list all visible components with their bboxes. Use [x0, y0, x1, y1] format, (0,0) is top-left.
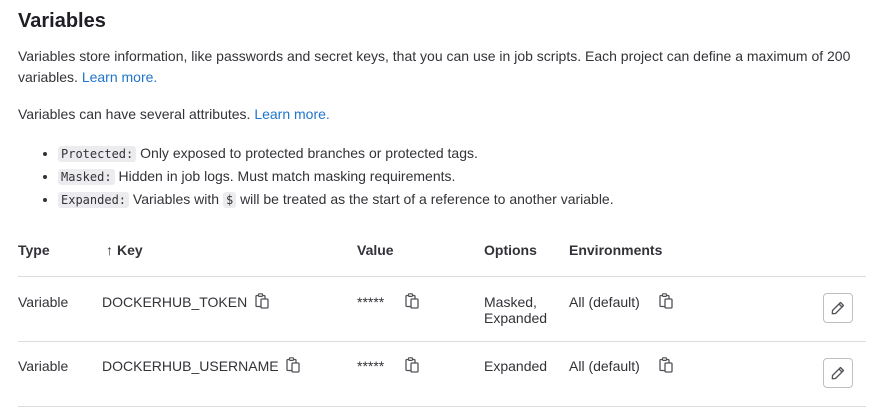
- column-header-value: Value: [357, 242, 394, 258]
- cell-options: Masked, Expanded: [484, 294, 547, 326]
- column-header-key[interactable]: ↑ Key: [106, 242, 143, 258]
- attribute-expanded: Expanded: Variables with $ will be treat…: [58, 188, 614, 211]
- cell-environment: All (default): [569, 358, 640, 374]
- edit-variable-button[interactable]: [823, 358, 853, 388]
- dollar-code: $: [222, 192, 237, 208]
- variables-title: Variables: [18, 10, 106, 32]
- attributes-intro: Variables can have several attributes. L…: [18, 104, 330, 125]
- cell-value-masked: *****: [357, 358, 385, 374]
- copy-key-icon[interactable]: [255, 293, 269, 309]
- option-masked: Masked,: [484, 294, 537, 310]
- attribute-text: Only exposed to protected branches or pr…: [140, 145, 478, 161]
- copy-environment-icon[interactable]: [659, 293, 673, 309]
- table-divider: [18, 406, 866, 407]
- attributes-intro-text: Variables can have several attributes.: [18, 106, 251, 122]
- attribute-masked: Masked: Hidden in job logs. Must match m…: [58, 165, 614, 188]
- attributes-list: Protected: Only exposed to protected bra…: [18, 142, 614, 211]
- attribute-code: Expanded:: [58, 192, 130, 208]
- table-divider: [18, 276, 866, 277]
- attributes-learn-more-link[interactable]: Learn more.: [254, 106, 329, 122]
- attribute-text: Hidden in job logs. Must match masking r…: [118, 168, 456, 184]
- copy-value-icon[interactable]: [405, 293, 419, 309]
- option-expanded: Expanded: [484, 310, 548, 326]
- edit-variable-button[interactable]: [823, 293, 853, 323]
- cell-type: Variable: [18, 358, 69, 374]
- column-header-key-label: Key: [117, 242, 143, 258]
- copy-environment-icon[interactable]: [659, 357, 673, 373]
- table-divider: [18, 341, 866, 342]
- attribute-text: Variables with: [132, 191, 220, 207]
- attribute-text: will be treated as the start of a refere…: [240, 191, 614, 207]
- pencil-icon: [831, 366, 845, 380]
- attribute-protected: Protected: Only exposed to protected bra…: [58, 142, 614, 165]
- cell-value-masked: *****: [357, 294, 385, 310]
- cell-options: Expanded: [484, 358, 548, 374]
- copy-value-icon[interactable]: [405, 357, 419, 373]
- attribute-code: Protected:: [58, 146, 137, 162]
- column-header-type: Type: [18, 242, 50, 258]
- attribute-code: Masked:: [58, 169, 115, 185]
- cell-environment: All (default): [569, 294, 640, 310]
- learn-more-link[interactable]: Learn more.: [82, 69, 157, 85]
- sort-ascending-icon: ↑: [106, 242, 113, 258]
- cell-type: Variable: [18, 294, 69, 310]
- pencil-icon: [831, 301, 845, 315]
- variables-description: Variables store information, like passwo…: [18, 46, 868, 88]
- cell-key: DOCKERHUB_TOKEN: [102, 294, 248, 310]
- cell-key: DOCKERHUB_USERNAME: [102, 358, 279, 374]
- column-header-environments: Environments: [569, 242, 663, 258]
- column-header-options: Options: [484, 242, 537, 258]
- copy-key-icon[interactable]: [286, 357, 300, 373]
